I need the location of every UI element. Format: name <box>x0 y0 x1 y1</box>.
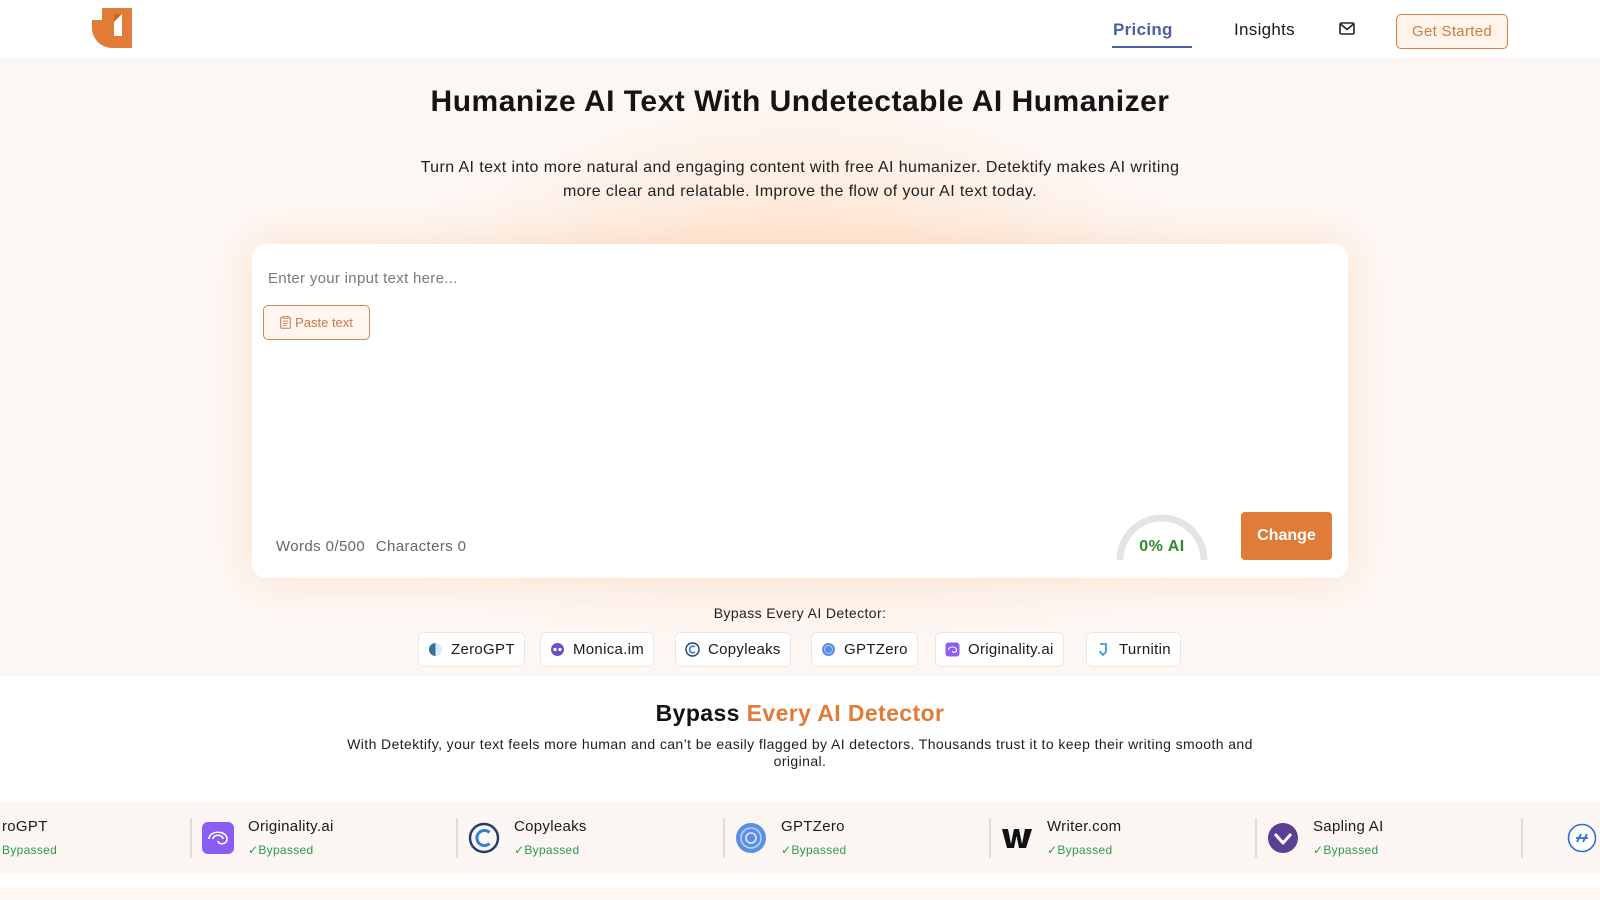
detektify-logo-icon[interactable] <box>92 8 132 48</box>
divider <box>1255 818 1257 858</box>
bypass-section-subtitle: With Detektify, your text feels more hum… <box>347 736 1253 769</box>
clipboard-icon <box>280 316 291 329</box>
hero-section: Humanize AI Text With Undetectable AI Hu… <box>0 58 1600 676</box>
detector-name: Sapling AI <box>1313 818 1384 835</box>
marquee-item-sapling: Sapling AI ✓Bypassed <box>1255 802 1521 874</box>
status-text: Bypassed <box>258 843 314 857</box>
chip-label: Copyleaks <box>708 641 781 658</box>
marquee-item-writer: Writer.com ✓Bypassed <box>989 802 1255 874</box>
chip-label: GPTZero <box>844 641 908 658</box>
chip-copyleaks[interactable]: Copyleaks <box>676 633 790 666</box>
marquee-item-originality: Originality.ai ✓Bypassed <box>190 802 456 874</box>
bypassed-status: ✓Bypassed <box>1047 843 1113 857</box>
chip-label: ZeroGPT <box>451 641 515 658</box>
turnitin-icon <box>1099 643 1107 656</box>
title-accent: Every AI Detector <box>746 700 945 726</box>
bypass-section-title: Bypass Every AI Detector <box>400 700 1200 727</box>
ai-score-label: 0% AI <box>1139 538 1185 555</box>
bottom-strip <box>0 888 1600 900</box>
mail-icon[interactable] <box>1339 22 1355 35</box>
chip-label: Monica.im <box>573 641 645 658</box>
bypassed-status: ✓Bypassed <box>248 843 314 857</box>
status-text: Bypassed <box>1323 843 1379 857</box>
marquee-item-copyleaks: Copyleaks ✓Bypassed <box>456 802 722 874</box>
marquee-item-next <box>1521 802 1600 874</box>
detector-logo-icon <box>1567 823 1597 853</box>
sapling-icon <box>1268 823 1298 853</box>
originality-icon <box>202 822 234 854</box>
chip-monica[interactable]: Monica.im <box>541 633 654 666</box>
detector-name: Originality.ai <box>248 818 334 835</box>
marquee-item-gptzero: GPTZero ✓Bypassed <box>723 802 989 874</box>
copyleaks-icon <box>468 822 500 854</box>
chip-label: Originality.ai <box>968 641 1054 658</box>
nav-pricing-link[interactable]: Pricing <box>1112 20 1192 48</box>
monica-icon <box>551 643 564 656</box>
text-counts: Words 0/500 Characters 0 <box>276 538 472 555</box>
originality-icon <box>945 642 960 657</box>
zerogpt-icon <box>429 643 442 656</box>
divider <box>723 818 725 858</box>
chip-zerogpt[interactable]: ZeroGPT <box>419 633 524 666</box>
chip-label: Turnitin <box>1119 641 1171 658</box>
detector-name: roGPT <box>2 818 48 835</box>
detector-name: Writer.com <box>1047 818 1122 835</box>
paste-text-label: Paste text <box>295 315 353 330</box>
copyleaks-icon <box>685 642 700 657</box>
change-button[interactable]: Change <box>1241 512 1332 560</box>
input-text-field[interactable] <box>268 258 1328 298</box>
bypassed-status: ✓Bypassed <box>781 843 847 857</box>
bypass-detectors-label: Bypass Every AI Detector: <box>713 605 887 621</box>
status-text: Bypassed <box>524 843 580 857</box>
bypassed-status: ✓Bypassed <box>514 843 580 857</box>
chip-turnitin[interactable]: Turnitin <box>1087 633 1180 666</box>
gptzero-icon <box>822 643 835 656</box>
word-count: Words 0/500 <box>276 538 366 555</box>
paste-text-button[interactable]: Paste text <box>263 305 370 340</box>
nav-insights-link[interactable]: Insights <box>1234 20 1295 40</box>
detector-chips: ZeroGPT Monica.im Copyleaks GPTZero Orig… <box>0 633 1600 669</box>
detector-name: Copyleaks <box>514 818 587 835</box>
writer-icon <box>1002 829 1032 848</box>
divider <box>190 818 192 858</box>
site-header: Pricing Insights Get Started <box>0 0 1600 58</box>
chip-gptzero[interactable]: GPTZero <box>812 633 917 666</box>
bypassed-status: ✓Bypassed <box>1313 843 1379 857</box>
divider <box>456 818 458 858</box>
get-started-button[interactable]: Get Started <box>1396 14 1508 49</box>
bypassed-status: Bypassed <box>2 843 57 857</box>
hero-subtitle: Turn AI text into more natural and engag… <box>420 159 1180 200</box>
detector-name: GPTZero <box>781 818 845 835</box>
hero-title: Humanize AI Text With Undetectable AI Hu… <box>430 85 1170 118</box>
gptzero-icon <box>736 823 766 853</box>
status-text: Bypassed <box>1057 843 1113 857</box>
marquee-item-zerogpt: roGPT Bypassed <box>0 802 210 874</box>
divider <box>989 818 991 858</box>
status-text: Bypassed <box>2 843 58 857</box>
character-count: Characters 0 <box>375 538 467 555</box>
chip-originality[interactable]: Originality.ai <box>936 633 1063 666</box>
bypass-section: Bypass Every AI Detector With Detektify,… <box>0 676 1600 900</box>
divider <box>1521 818 1523 858</box>
humanizer-editor: Paste text Words 0/500 Characters 0 0% A… <box>252 244 1348 578</box>
detector-marquee: roGPT Bypassed Originality.ai ✓Bypassed … <box>0 802 1600 874</box>
title-plain: Bypass <box>655 700 747 726</box>
status-text: Bypassed <box>791 843 847 857</box>
